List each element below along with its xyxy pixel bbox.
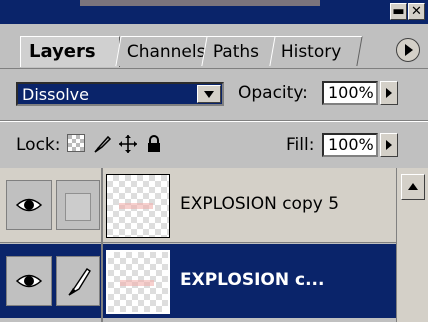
visibility-toggle[interactable] [6,180,52,230]
tab-paths[interactable]: Paths [201,36,277,66]
lock-all-icon[interactable] [144,134,164,154]
lock-transparent-icon[interactable] [67,134,85,152]
scroll-up-arrow-icon[interactable] [401,174,425,200]
lock-move-icon[interactable] [118,134,138,154]
layer-thumbnail[interactable] [106,174,170,238]
layer-name[interactable]: EXPLOSION copy 5 [180,194,339,214]
tab-history-label: History [280,42,342,62]
fill-label: Fill: [286,135,315,155]
layer-name[interactable]: EXPLOSION c... [180,270,324,290]
link-cell[interactable] [56,180,100,230]
panel-menu-button[interactable] [396,38,420,62]
opacity-input[interactable]: 100% [322,81,378,105]
layer-row[interactable]: EXPLOSION copy 5 [0,168,396,243]
layer-thumbnail[interactable] [106,250,170,314]
minimize-button[interactable]: ▬ [390,3,407,20]
fill-slider-button[interactable] [380,133,398,157]
tab-channels-label: Channels [126,42,206,62]
tab-paths-label: Paths [212,42,260,62]
tab-layers-label: Layers [29,41,96,62]
blend-mode-select[interactable]: Dissolve [16,82,224,106]
tab-layers[interactable]: Layers [20,36,120,67]
opacity-slider-button[interactable] [380,81,398,105]
lock-row: Lock: Fill: 100% [0,121,428,169]
brush-icon [68,268,91,296]
link-cell[interactable] [56,256,100,306]
visibility-toggle[interactable] [6,256,52,306]
close-button[interactable]: ✕ [408,3,425,20]
eye-icon [15,198,43,212]
blend-row: Dissolve Opacity: 100% [0,72,428,121]
background-strip [80,0,320,6]
layer-row-selected[interactable]: EXPLOSION c... [0,244,396,318]
opacity-label: Opacity: [238,83,308,103]
fill-input[interactable]: 100% [322,133,378,157]
tab-channels[interactable]: Channels [115,36,209,66]
blend-mode-value: Dissolve [22,85,89,104]
panel-tabs: Layers Channels Paths History [0,24,428,69]
lock-brush-icon[interactable] [92,134,112,154]
column-divider [101,168,103,322]
empty-link-slot [65,193,91,221]
tab-history[interactable]: History [269,36,363,66]
lock-label: Lock: [16,135,61,155]
eye-icon [15,274,43,288]
chevron-down-icon[interactable] [197,85,221,103]
layers-scrollbar[interactable] [396,168,428,322]
layers-list: EXPLOSION copy 5 EXPLOSION c... [0,168,428,322]
